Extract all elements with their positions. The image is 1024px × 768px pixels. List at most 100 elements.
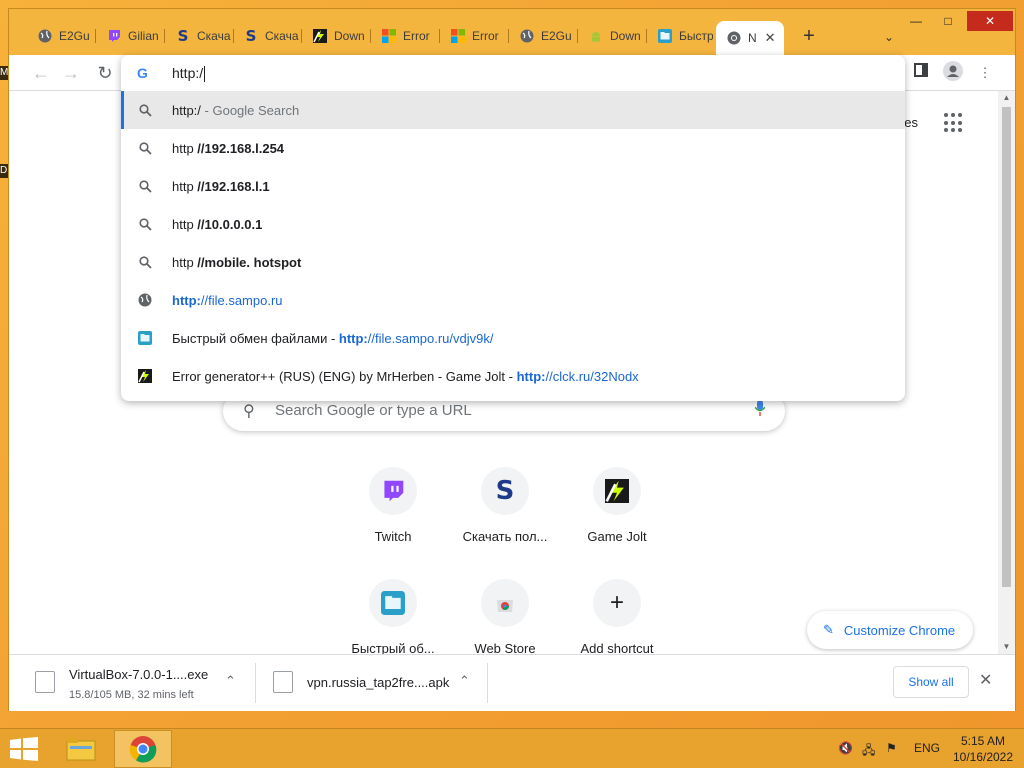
tab[interactable]: E2Gu xyxy=(27,23,93,49)
microphone-icon[interactable] xyxy=(755,400,765,416)
suggestion-part: //mobile. hotspot xyxy=(197,254,302,270)
folder-share-icon xyxy=(369,579,417,627)
desktop-icon-label-edge: D xyxy=(0,164,8,178)
shortcut-label: Скачать пол... xyxy=(462,529,548,544)
gamejolt-icon xyxy=(593,467,641,515)
tab[interactable]: Down xyxy=(578,23,644,49)
network-icon[interactable]: 🖧 xyxy=(862,741,875,762)
side-panel-button[interactable] xyxy=(909,61,933,85)
scroll-up-arrow-icon[interactable]: ▲ xyxy=(998,91,1015,105)
twitch-icon xyxy=(106,28,122,44)
tab[interactable]: Down xyxy=(302,23,368,49)
suggestion-text: http //10.0.0.0.1 xyxy=(172,217,262,232)
divider xyxy=(487,663,488,703)
omnibox-suggestion[interactable]: Error generator++ (RUS) (ENG) by MrHerbe… xyxy=(121,357,905,395)
kebab-menu-icon: ⋮ xyxy=(978,65,992,80)
customize-chrome-button[interactable]: ✎ Customize Chrome xyxy=(807,611,973,649)
shortcut-tile[interactable]: Twitch xyxy=(337,467,449,567)
tab[interactable]: S Скача xyxy=(165,23,231,49)
tab[interactable]: Gilian xyxy=(96,23,162,49)
volume-muted-icon[interactable]: 🔇 xyxy=(838,741,853,755)
maximize-button[interactable]: □ xyxy=(933,11,963,31)
tab[interactable]: N ✕ xyxy=(716,21,784,55)
suggestion-part: //file.sampo.ru/vdjv9k/ xyxy=(367,330,494,346)
suggestion-part: http: xyxy=(338,330,368,346)
action-center-icon[interactable]: ⚑ xyxy=(886,741,897,755)
omnibox-suggestion[interactable]: http //192.168.l.254 xyxy=(121,129,905,167)
divider xyxy=(255,663,256,703)
suggestion-part: //file.sampo.ru xyxy=(200,292,283,308)
tab-title: Gilian xyxy=(128,29,159,43)
chrome-icon xyxy=(129,736,157,763)
tab-strip: E2Gu Gilian S Скача S Скача Down Error Error E2Gu… xyxy=(9,9,1015,55)
tab[interactable]: Error xyxy=(440,23,506,49)
shortcut-tile[interactable]: S Скачать пол... xyxy=(449,467,561,567)
suggestion-part: Error generator++ (RUS) (ENG) by MrHerbe… xyxy=(172,368,517,384)
omnibox-suggestion[interactable]: http //10.0.0.0.1 xyxy=(121,205,905,243)
tab[interactable]: Error xyxy=(371,23,437,49)
tab[interactable]: E2Gu xyxy=(509,23,575,49)
suggestion-part: - Google Search xyxy=(200,102,300,118)
clock[interactable]: 5:15 AM 10/16/2022 xyxy=(950,733,1016,765)
download-item[interactable]: VirtualBox-7.0.0-1....exe 15.8/105 MB, 3… xyxy=(35,663,255,703)
clock-time: 5:15 AM xyxy=(960,734,1006,748)
customize-chrome-label: Customize Chrome xyxy=(843,622,956,638)
folder-share-icon xyxy=(138,331,152,345)
tab-title: E2Gu xyxy=(59,29,90,43)
suggestion-text: http //mobile. hotspot xyxy=(172,255,301,270)
suggestion-text: Быстрый обмен файлами - http://file.samp… xyxy=(172,331,493,346)
omnibox-suggestion[interactable]: http //192.168.l.1 xyxy=(121,167,905,205)
new-tab-button[interactable]: + xyxy=(797,25,821,49)
search-icon xyxy=(138,141,152,155)
omnibox-suggestion[interactable]: http://file.sampo.ru xyxy=(121,281,905,319)
arrow-left-icon: ← xyxy=(32,63,50,83)
close-icon[interactable]: ✕ xyxy=(979,670,992,690)
search-icon xyxy=(138,179,152,193)
chevron-up-icon[interactable]: ⌃ xyxy=(225,673,236,689)
tab-title: Down xyxy=(610,29,641,43)
page-scrollbar[interactable]: ▲ ▼ xyxy=(998,91,1015,654)
suggestion-part: http xyxy=(172,178,198,194)
chevron-up-icon[interactable]: ⌃ xyxy=(459,673,470,689)
chrome-taskbar-button[interactable] xyxy=(114,730,172,768)
folder-share-icon xyxy=(657,28,673,44)
google-apps-icon[interactable] xyxy=(944,113,964,133)
input-language[interactable]: ENG xyxy=(914,741,940,755)
windows-logo-icon xyxy=(381,28,397,44)
close-window-button[interactable]: ✕ xyxy=(967,11,1013,31)
tab-title: N xyxy=(748,31,757,45)
windows-start-icon[interactable] xyxy=(10,737,38,761)
profile-button[interactable] xyxy=(941,61,965,85)
omnibox-suggestion[interactable]: Быстрый обмен файлами - http://file.samp… xyxy=(121,319,905,357)
scroll-down-arrow-icon[interactable]: ▼ xyxy=(998,640,1015,654)
show-all-downloads-button[interactable]: Show all xyxy=(893,666,969,698)
reload-button[interactable]: ↻ xyxy=(93,61,117,85)
pencil-icon: ✎ xyxy=(823,622,834,637)
download-shelf: VirtualBox-7.0.0-1....exe 15.8/105 MB, 3… xyxy=(9,654,1015,711)
suggestion-part: //192.168.l.1 xyxy=(197,178,270,194)
shortcut-tile[interactable]: Game Jolt xyxy=(561,467,673,567)
tab-title: Error xyxy=(403,29,430,43)
minimize-button[interactable]: — xyxy=(901,11,931,31)
address-bar[interactable]: G http:/ xyxy=(121,55,905,91)
tab[interactable]: Быстр xyxy=(647,23,713,49)
close-tab-icon[interactable]: ✕ xyxy=(765,30,776,46)
scrollbar-thumb[interactable] xyxy=(1002,107,1011,587)
tab-search-button[interactable]: ⌄ xyxy=(877,25,901,49)
back-button[interactable]: ← xyxy=(29,61,53,85)
chrome-menu-button[interactable]: ⋮ xyxy=(973,61,997,85)
tab[interactable]: S Скача xyxy=(233,23,299,49)
omnibox-suggestion[interactable]: http //mobile. hotspot xyxy=(121,243,905,281)
omnibox-suggestion[interactable]: http:/ - Google Search xyxy=(121,91,905,129)
suggestion-part: http: xyxy=(516,368,546,384)
tab-title: Скача xyxy=(197,29,231,43)
forward-button[interactable]: → xyxy=(59,61,83,85)
avatar-icon xyxy=(943,61,963,81)
suggestion-part: http xyxy=(172,140,198,156)
download-item[interactable]: vpn.russia_tap2fre....apk ⌃ xyxy=(273,663,487,703)
search-icon xyxy=(138,103,152,117)
file-explorer-taskbar-button[interactable] xyxy=(52,730,110,768)
side-panel-icon xyxy=(914,63,928,77)
address-input-text[interactable]: http:/ xyxy=(172,65,206,83)
suggestion-part: //192.168.l.254 xyxy=(197,140,285,156)
